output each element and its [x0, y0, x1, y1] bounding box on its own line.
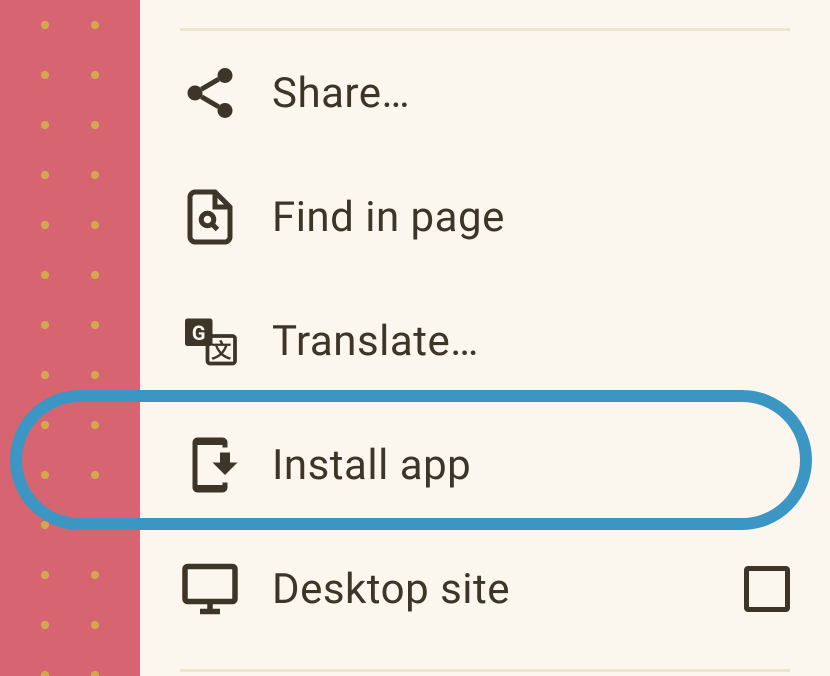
menu-item-label: Translate…: [272, 317, 479, 366]
translate-icon: G 文: [180, 311, 240, 371]
share-icon: [180, 63, 240, 123]
menu-item-label: Install app: [272, 441, 471, 490]
menu-item-find[interactable]: Find in page: [140, 155, 830, 279]
svg-text:文: 文: [211, 338, 232, 362]
desktop-site-checkbox[interactable]: [744, 566, 790, 612]
menu-item-label: Share…: [272, 69, 410, 118]
divider: [180, 669, 790, 672]
install-app-icon: [180, 435, 240, 495]
browser-menu-panel: Share… Find in page G 文 Translate…: [140, 0, 830, 676]
menu-item-desktop-site[interactable]: Desktop site: [140, 527, 830, 651]
menu-item-install-app[interactable]: Install app: [140, 403, 830, 527]
menu-item-share[interactable]: Share…: [140, 31, 830, 155]
svg-text:G: G: [192, 321, 206, 345]
menu-item-translate[interactable]: G 文 Translate…: [140, 279, 830, 403]
desktop-icon: [180, 559, 240, 619]
menu-item-label: Desktop site: [272, 565, 510, 614]
find-in-page-icon: [180, 187, 240, 247]
menu-item-label: Find in page: [272, 193, 505, 242]
